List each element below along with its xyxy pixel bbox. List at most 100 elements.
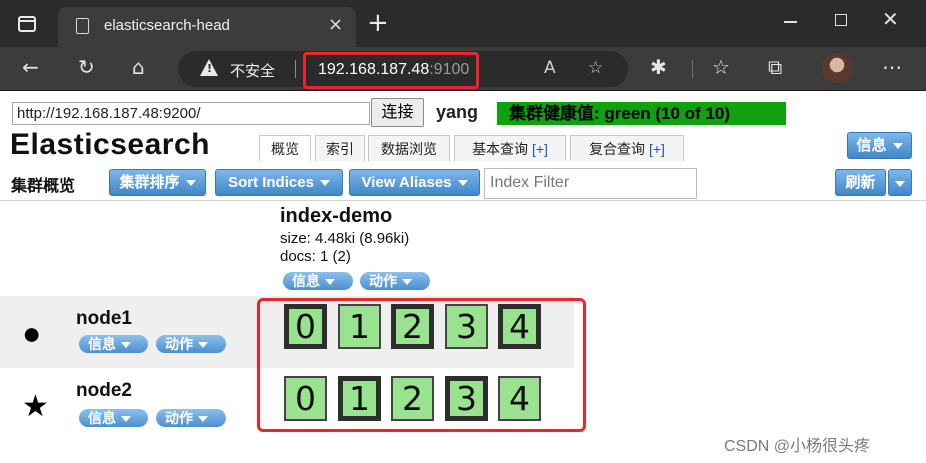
overview-toolbar: 集群概览 集群排序 Sort Indices View Aliases Inde… — [0, 165, 926, 201]
back-icon[interactable]: ← — [22, 55, 39, 79]
shard-tile[interactable]: 2 — [391, 304, 434, 349]
close-tab-icon[interactable]: × — [328, 14, 343, 35]
shard-tile[interactable]: 3 — [445, 304, 488, 349]
node-info-button[interactable]: 信息 — [79, 409, 148, 427]
shard-tile[interactable]: 2 — [391, 376, 434, 421]
shard-tile[interactable]: 0 — [284, 376, 327, 421]
url-highlight: 192.168.187.48:9100 — [303, 52, 479, 89]
index-action-button[interactable]: 动作 — [360, 272, 430, 290]
browser-tab[interactable]: elasticsearch-head × — [58, 7, 356, 47]
node-name: node2 — [76, 380, 132, 401]
url-port: :9100 — [429, 61, 470, 78]
cluster-name: yang — [436, 102, 479, 122]
tab-label: 数据浏览 — [381, 141, 437, 157]
master-node-icon: ● — [22, 315, 42, 351]
address-bar[interactable]: 不安全 192.168.187.48:9100 A ☆ — [178, 51, 628, 89]
node-info-button[interactable]: 信息 — [79, 335, 148, 353]
page-icon — [76, 18, 89, 34]
shard-tile[interactable]: 1 — [338, 304, 381, 349]
refresh-options-button[interactable] — [888, 169, 912, 196]
tab-browser[interactable]: 数据浏览 — [368, 135, 450, 161]
node-action-button[interactable]: 动作 — [156, 335, 226, 353]
node-action-button[interactable]: 动作 — [156, 409, 226, 427]
insecure-label[interactable]: 不安全 — [230, 60, 275, 81]
button-label: 动作 — [165, 336, 193, 352]
chevron-down-icon — [121, 416, 131, 423]
shard-tile[interactable]: 3 — [445, 376, 488, 421]
chevron-down-icon — [198, 342, 208, 349]
chevron-down-icon — [895, 181, 905, 188]
shard-tile[interactable]: 0 — [284, 304, 327, 349]
overview-title: 集群概览 — [11, 178, 76, 195]
page-title: Elasticsearch — [10, 128, 210, 161]
tab-label: 概览 — [271, 141, 299, 157]
button-label: 动作 — [369, 273, 397, 289]
index-docs: docs: 1 (2) — [280, 248, 351, 265]
collections-icon[interactable]: ⧉ — [768, 55, 782, 79]
chevron-down-icon — [402, 279, 412, 286]
tab-compound-query[interactable]: 复合查询 [+] — [570, 135, 684, 161]
favorites-icon[interactable]: ☆ — [712, 55, 730, 79]
page: http://192.168.187.48:9200/ 连接 yang 集群健康… — [0, 91, 926, 463]
chevron-down-icon — [892, 143, 903, 150]
url-host: 192.168.187.48 — [318, 61, 430, 78]
address-separator — [295, 60, 296, 78]
button-label: 信息 — [292, 273, 320, 289]
view-aliases-button[interactable]: View Aliases — [349, 169, 480, 196]
watermark: CSDN @小杨很头疼 — [724, 438, 871, 455]
tab-label: 复合查询 — [589, 141, 646, 157]
tab-basic-query[interactable]: 基本查询 [+] — [454, 135, 566, 161]
sort-cluster-button[interactable]: 集群排序 — [109, 169, 206, 196]
button-label: 信息 — [88, 410, 116, 426]
button-label: Sort Indices — [228, 174, 314, 191]
tab-indices[interactable]: 索引 — [315, 135, 365, 161]
more-icon[interactable]: ⋯ — [882, 55, 902, 79]
info-dropdown-button[interactable]: 信息 — [847, 132, 912, 159]
button-label: 集群排序 — [119, 174, 180, 191]
minimize-icon[interactable] — [784, 21, 797, 23]
cluster-health-badge: 集群健康值: green (10 of 10) — [497, 102, 786, 125]
data-node-star-icon: ★ — [22, 390, 49, 423]
chevron-down-icon — [185, 180, 196, 187]
reload-icon[interactable]: ↻ — [78, 55, 95, 79]
new-tab-icon[interactable]: + — [367, 8, 389, 38]
refresh-button[interactable]: 刷新 — [835, 169, 886, 196]
tab-title: elasticsearch-head — [104, 17, 230, 34]
button-label: 信息 — [88, 336, 116, 352]
shard-tile[interactable]: 4 — [498, 304, 541, 349]
shard-tile[interactable]: 1 — [338, 376, 381, 421]
node-name: node1 — [76, 308, 132, 329]
index-filter-input[interactable]: Index Filter — [484, 168, 697, 199]
tab-label: 基本查询 — [472, 141, 529, 157]
tab-label: 索引 — [326, 141, 354, 157]
chevron-down-icon — [121, 342, 131, 349]
chevron-down-icon — [457, 180, 468, 187]
read-aloud-icon[interactable]: A — [544, 58, 556, 78]
tab-actions-icon[interactable] — [18, 16, 36, 32]
home-icon[interactable]: ⌂ — [132, 55, 145, 79]
window-close-icon[interactable]: ✕ — [882, 7, 899, 31]
tab-plus[interactable]: [+] — [532, 141, 548, 157]
warning-icon — [200, 59, 218, 76]
extensions-icon[interactable]: ✱ — [650, 55, 667, 79]
tab-overview[interactable]: 概览 — [259, 135, 311, 161]
shard-tile[interactable]: 4 — [498, 376, 541, 421]
info-label: 信息 — [856, 137, 887, 154]
chevron-down-icon — [198, 416, 208, 423]
toolbar-separator — [692, 60, 693, 78]
connect-url-input[interactable]: http://192.168.187.48:9200/ — [12, 102, 370, 125]
chevron-down-icon — [319, 180, 330, 187]
button-label: 动作 — [165, 410, 193, 426]
index-name: index-demo — [280, 205, 393, 227]
browser-toolbar: ← ↻ ⌂ 不安全 192.168.187.48:9100 A ☆ ✱ ☆ ⧉ … — [0, 47, 926, 91]
index-info-button[interactable]: 信息 — [283, 272, 353, 290]
maximize-icon[interactable] — [835, 14, 847, 26]
index-size: size: 4.48ki (8.96ki) — [280, 230, 410, 247]
sort-indices-button[interactable]: Sort Indices — [215, 169, 343, 196]
tab-plus[interactable]: [+] — [649, 141, 665, 157]
chevron-down-icon — [325, 279, 335, 286]
url-text[interactable]: 192.168.187.48:9100 — [318, 61, 469, 79]
favorite-add-icon[interactable]: ☆ — [588, 58, 603, 78]
connect-button[interactable]: 连接 — [371, 98, 424, 127]
profile-avatar[interactable] — [822, 53, 852, 83]
